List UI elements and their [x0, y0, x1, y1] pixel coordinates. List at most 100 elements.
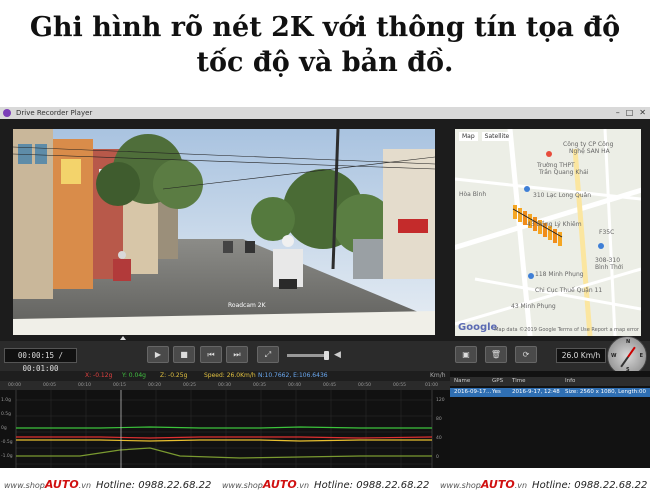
- col-name[interactable]: Name: [454, 378, 470, 384]
- z-accel: Z: -0.25g: [160, 372, 188, 379]
- previous-button[interactable]: ⏮: [200, 346, 222, 363]
- ad-brand: AUTO: [480, 478, 515, 491]
- map-label: 308-310: [595, 257, 621, 264]
- minimize-button[interactable]: –: [616, 107, 620, 119]
- y-axis-right: 120 80 40 0: [436, 398, 445, 460]
- title-bar: Drive Recorder Player – □ ✕: [0, 107, 650, 119]
- window-buttons: – □ ✕: [616, 107, 646, 119]
- refresh-button[interactable]: ⟳: [515, 346, 537, 363]
- time-display: 00:00:15 / 00:01:00: [4, 348, 77, 373]
- timeline-tick: 01:00: [425, 383, 438, 388]
- map-label: Trường THPT: [537, 162, 575, 169]
- x-accel: X: -0.12g: [85, 372, 113, 379]
- y-accel: Y: 0.04g: [122, 372, 146, 379]
- file-list: Name GPS Time Info 2016-09-17... Yes 201…: [450, 371, 650, 468]
- app-icon: [3, 109, 11, 117]
- compass-e: E: [639, 353, 643, 359]
- speed-unit: Km/h: [430, 372, 446, 379]
- gps-coordinates: N:10.7662, E:106.6436: [258, 372, 328, 379]
- video-pane: Roadcam 2K: [0, 119, 450, 341]
- map-label: 310 Lạc Long Quân: [533, 192, 592, 199]
- map-label: Chi Cục Thuế Quận 11: [535, 287, 603, 294]
- next-button[interactable]: ⏭: [226, 346, 248, 363]
- snapshot-button[interactable]: ▣: [455, 346, 477, 363]
- timeline-tick: 00:35: [253, 383, 266, 388]
- ad-url-suffix: .vn: [514, 481, 528, 490]
- ad-brand: AUTO: [44, 478, 79, 491]
- volume-icon[interactable]: ◀: [334, 350, 341, 360]
- ad-banner[interactable]: www.shopAUTO.vn Hotline: 0988.22.68.22: [440, 478, 647, 491]
- ad-brand: AUTO: [262, 478, 297, 491]
- fullscreen-button[interactable]: ⤢: [257, 346, 279, 363]
- file-row[interactable]: 2016-09-17... Yes 2016-9-17, 12:48 Size:…: [450, 388, 650, 397]
- ad-url-prefix: www.shop: [440, 481, 481, 490]
- timeline-tick: 00:30: [218, 383, 231, 388]
- map-label: Hòa Bình: [459, 191, 487, 198]
- graph-plot: [0, 390, 450, 468]
- ad-hotline: Hotline: 0988.22.68.22: [96, 480, 212, 491]
- y-tick: 40: [436, 436, 442, 441]
- map-label: Bình Thới: [595, 264, 624, 271]
- google-logo: Google: [458, 322, 498, 333]
- dashcam-street-view: Roadcam 2K: [13, 129, 435, 335]
- y-axis-left: 1.0g 0.5g 0g -0.5g -1.0g: [1, 398, 13, 459]
- map-attribution[interactable]: Map data ©2019 Google Terms of Use Repor…: [494, 327, 639, 333]
- headline: Ghi hình rõ nét 2K với thông tín tọa độ …: [0, 10, 650, 80]
- player-window: Drive Recorder Player – □ ✕ Roadcam 2K M…: [0, 107, 650, 468]
- map-label: Nghệ SAN HA: [569, 148, 610, 155]
- ad-url-prefix: www.shop: [222, 481, 263, 490]
- timeline-tick: 00:20: [148, 383, 161, 388]
- speed-readout: Speed: 26.0Km/h: [204, 372, 256, 379]
- timeline-tick: 00:40: [288, 383, 301, 388]
- footer-ads: www.shopAUTO.vn Hotline: 0988.22.68.22 ww…: [0, 468, 650, 500]
- close-button[interactable]: ✕: [639, 107, 646, 119]
- play-button[interactable]: ▶: [147, 346, 169, 363]
- speed-display: 26.0 Km/h: [556, 348, 606, 363]
- timeline-tick: 00:25: [183, 383, 196, 388]
- ad-banner[interactable]: www.shopAUTO.vn Hotline: 0988.22.68.22: [4, 478, 211, 491]
- map-label: 43 Minh Phụng: [511, 303, 556, 310]
- compass-w: W: [611, 353, 617, 359]
- window-title: Drive Recorder Player: [16, 109, 93, 117]
- file-time: 2016-9-17, 12:48: [512, 389, 560, 395]
- tab-map[interactable]: Map: [459, 132, 478, 141]
- sensor-readout: X: -0.12g Y: 0.04g Z: -0.25g Speed: 26.0…: [0, 371, 450, 381]
- col-gps[interactable]: GPS: [492, 378, 503, 384]
- volume-thumb[interactable]: [324, 351, 329, 360]
- progress-marker[interactable]: [120, 336, 126, 340]
- timeline-tick: 00:05: [43, 383, 56, 388]
- video-frame[interactable]: Roadcam 2K: [13, 129, 435, 335]
- col-time[interactable]: Time: [512, 378, 525, 384]
- maximize-button[interactable]: □: [626, 107, 634, 119]
- ad-banner[interactable]: www.shopAUTO.vn Hotline: 0988.22.68.22: [222, 478, 429, 491]
- map-label: F35C: [599, 229, 615, 236]
- ad-hotline: Hotline: 0988.22.68.22: [314, 480, 430, 491]
- delete-button[interactable]: 🗑: [485, 346, 507, 363]
- y-tick: -1.0g: [1, 454, 13, 459]
- volume-slider[interactable]: [287, 354, 329, 357]
- col-info[interactable]: Info: [565, 378, 575, 384]
- file-list-header: Name GPS Time Info: [450, 377, 650, 386]
- ad-hotline: Hotline: 0988.22.68.22: [532, 480, 648, 491]
- y-tick: 1.0g: [1, 398, 12, 403]
- graph-timeline: 00:00 00:05 00:10 00:15 00:20 00:25 00:3…: [0, 381, 450, 390]
- compass-n: N: [626, 339, 631, 345]
- stop-button[interactable]: ■: [173, 346, 195, 363]
- map-type-tabs: Map Satellite: [459, 132, 513, 141]
- map-view[interactable]: Map Satellite Công ty CP Công Nghệ SAN H…: [455, 129, 641, 336]
- playback-controls: 00:00:15 / 00:01:00 ▶ ■ ⏮ ⏭ ⤢ ◀ ▣ 🗑 ⟳ 26…: [0, 336, 650, 376]
- y-tick: 80: [436, 417, 442, 422]
- sensor-graph[interactable]: 00:00 00:05 00:10 00:15 00:20 00:25 00:3…: [0, 381, 450, 468]
- compass: N S E W: [607, 336, 647, 376]
- headline-line-2: tốc độ và bản đồ.: [196, 47, 454, 78]
- y-tick: -0.5g: [1, 440, 13, 445]
- headline-line-1: Ghi hình rõ nét 2K với thông tín tọa độ: [29, 12, 621, 43]
- file-gps: Yes: [492, 389, 501, 395]
- timeline-tick: 00:50: [358, 383, 371, 388]
- tab-satellite[interactable]: Satellite: [481, 132, 513, 141]
- ad-url-suffix: .vn: [296, 481, 310, 490]
- map-pane: Map Satellite Công ty CP Công Nghệ SAN H…: [450, 119, 650, 341]
- compass-needle: [620, 346, 636, 368]
- map-label: Công ty CP Công: [563, 141, 614, 148]
- y-tick: 0g: [1, 426, 7, 431]
